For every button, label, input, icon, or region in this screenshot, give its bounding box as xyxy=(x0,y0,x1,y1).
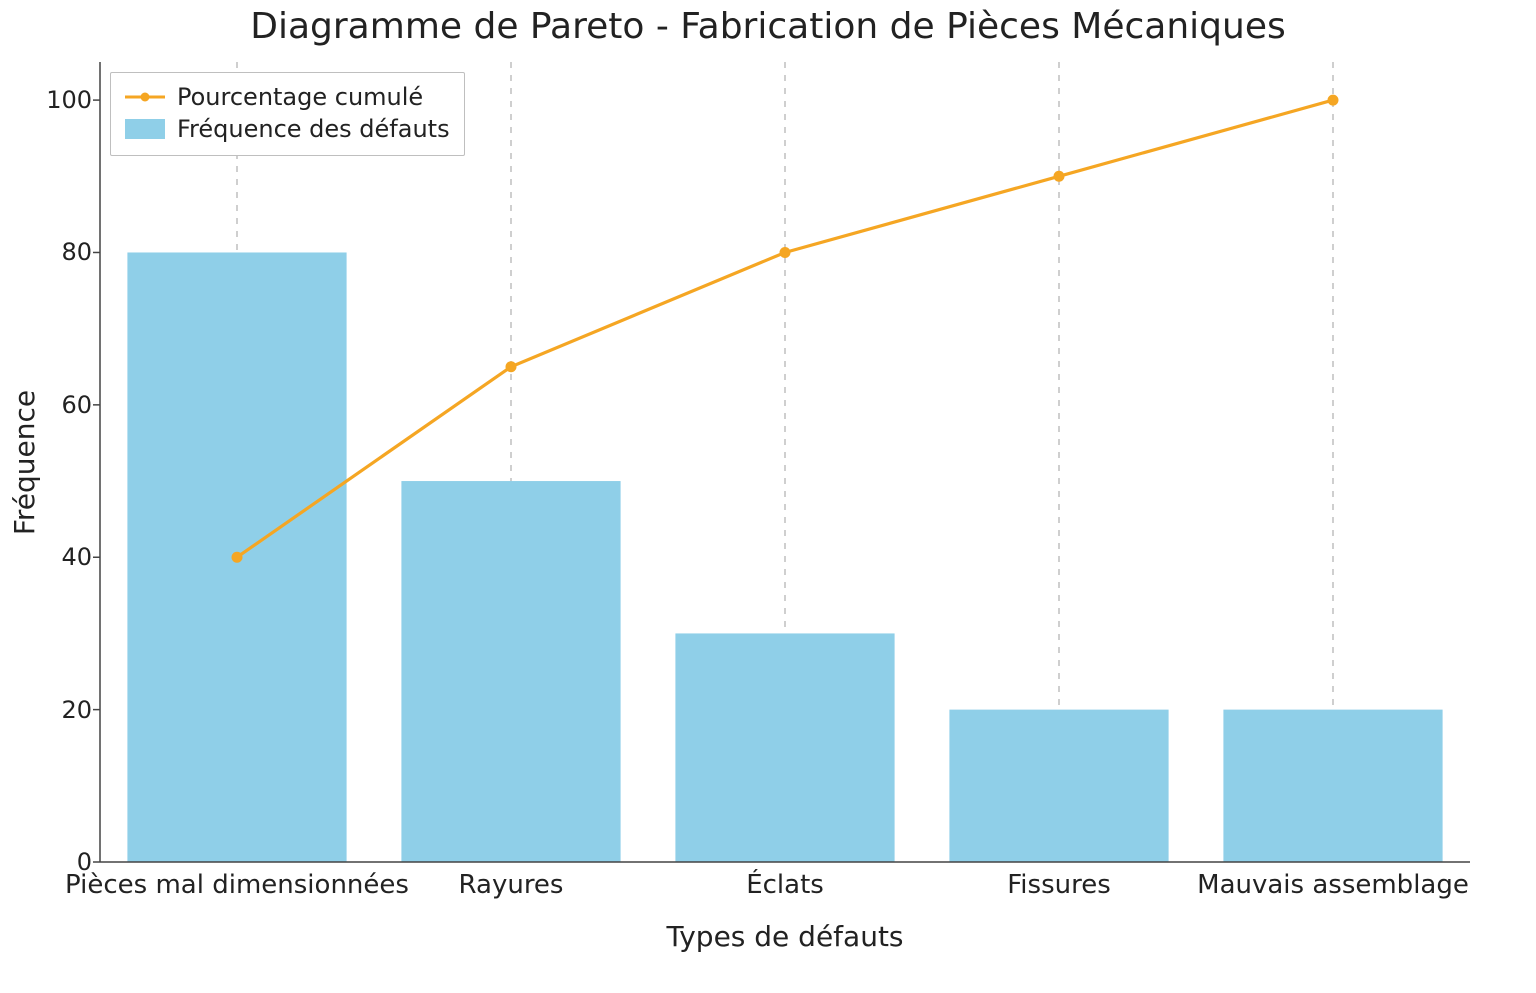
x-tick-label: Éclats xyxy=(746,870,824,900)
plot-svg xyxy=(100,62,1470,862)
bar xyxy=(401,481,620,862)
x-tick-label: Rayures xyxy=(459,870,564,900)
line-marker xyxy=(1054,171,1065,182)
pareto-chart: Diagramme de Pareto - Fabrication de Piè… xyxy=(0,0,1536,993)
x-axis-label: Types de défauts xyxy=(100,920,1470,953)
legend: Pourcentage cumulé Fréquence des défauts xyxy=(110,72,465,156)
line-marker xyxy=(780,247,791,258)
x-tick-label: Pièces mal dimensionnées xyxy=(65,870,409,900)
x-tick-label: Fissures xyxy=(1007,870,1111,900)
line-marker xyxy=(506,361,517,372)
y-axis-label: Fréquence xyxy=(10,62,40,862)
y-tick-label: 100 xyxy=(32,86,92,114)
y-tick-label: 40 xyxy=(32,543,92,571)
y-tick-label: 60 xyxy=(32,391,92,419)
plot-area xyxy=(100,62,1470,862)
legend-item-bar: Fréquence des défauts xyxy=(125,113,450,145)
y-tick-label: 20 xyxy=(32,696,92,724)
bar xyxy=(949,710,1168,862)
legend-bar-icon xyxy=(125,119,165,139)
legend-label-bar: Fréquence des défauts xyxy=(177,115,450,143)
line-marker xyxy=(1328,95,1339,106)
bar xyxy=(675,633,894,862)
chart-title: Diagramme de Pareto - Fabrication de Piè… xyxy=(0,6,1536,47)
legend-line-icon xyxy=(125,87,165,107)
legend-item-line: Pourcentage cumulé xyxy=(125,81,450,113)
legend-label-line: Pourcentage cumulé xyxy=(177,83,423,111)
x-tick-label: Mauvais assemblage xyxy=(1197,870,1469,900)
y-tick-label: 80 xyxy=(32,238,92,266)
line-marker xyxy=(232,552,243,563)
bar xyxy=(1223,710,1442,862)
y-tick-marks xyxy=(93,100,100,862)
